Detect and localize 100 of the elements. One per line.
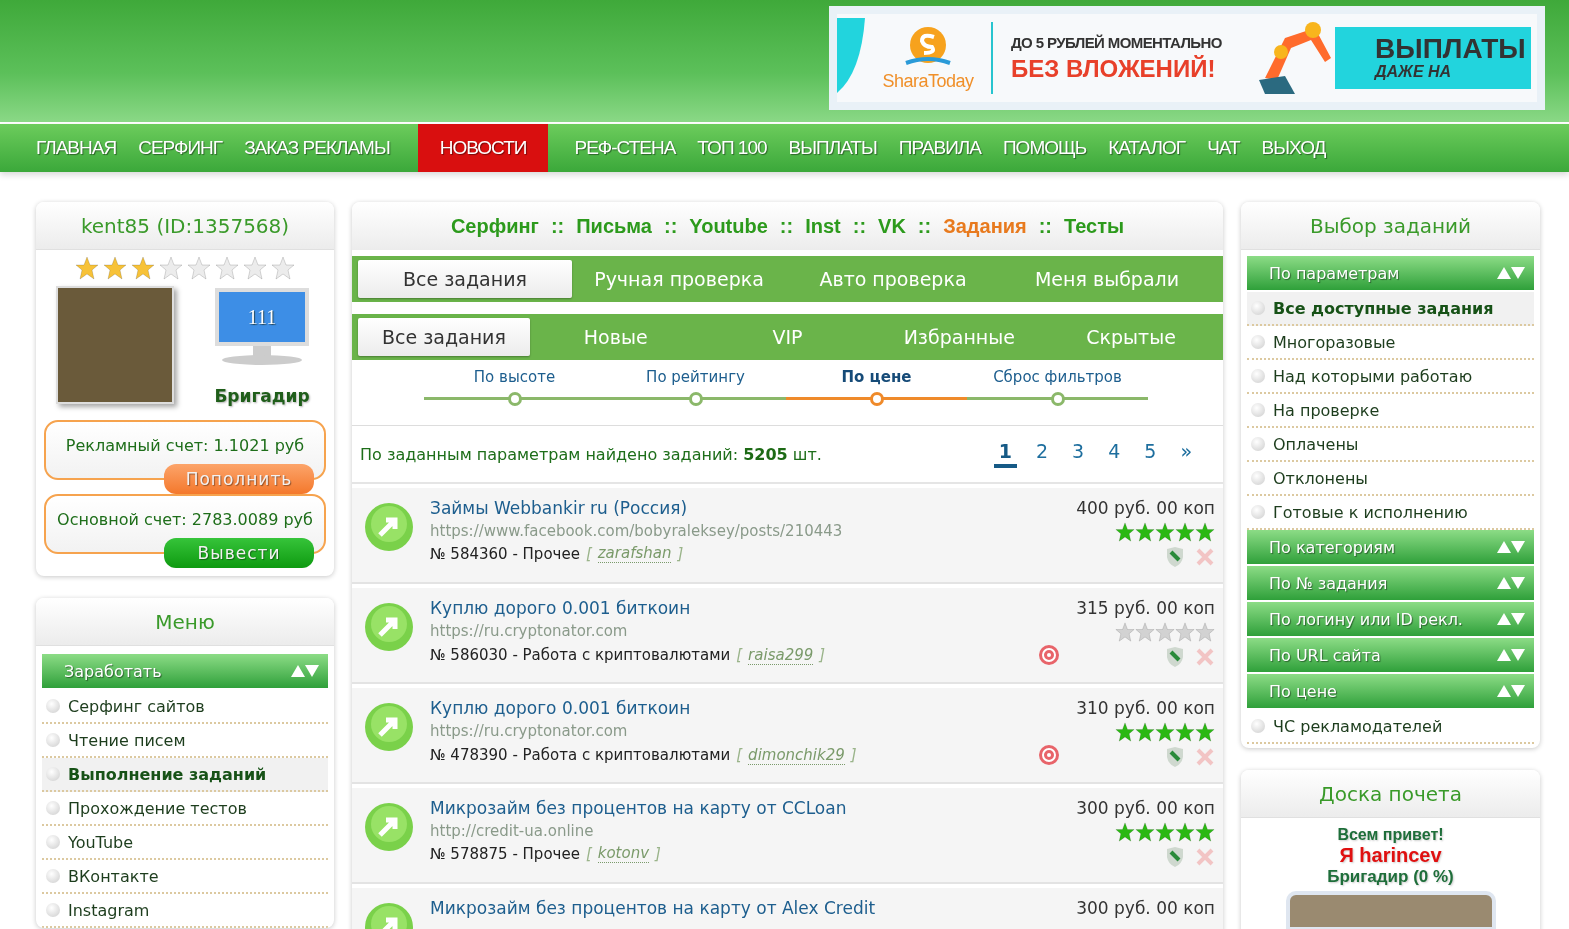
account-button[interactable]: Пополнить xyxy=(164,464,314,494)
arrow-circle-icon[interactable] xyxy=(364,502,414,552)
author-link[interactable]: kotonv xyxy=(597,844,650,863)
task-title-link[interactable]: Микрозайм без процентов на карту от Alex Credit xyxy=(430,898,1061,918)
page-link[interactable]: » xyxy=(1175,440,1197,468)
close-icon[interactable] xyxy=(1195,747,1215,767)
task-title-link[interactable]: Куплю дорого 0.001 биткоин xyxy=(430,598,1061,618)
nav-link[interactable]: ЧАТ xyxy=(1197,124,1250,172)
shield-icon[interactable] xyxy=(1165,746,1185,768)
filter-item[interactable]: Над которыми работаю xyxy=(1247,360,1534,394)
bullet-icon xyxy=(1251,403,1265,417)
filter-group-header[interactable]: По № задания xyxy=(1247,566,1534,600)
tab[interactable]: Все задания xyxy=(358,260,572,298)
menu-item[interactable]: YouTube xyxy=(42,826,328,860)
nav-link[interactable]: ВЫХОД xyxy=(1251,124,1336,172)
filter-group-header[interactable]: По цене xyxy=(1247,674,1534,708)
task-price: 310 руб. 00 коп xyxy=(1076,698,1215,718)
filter-group-header[interactable]: По логину или ID рекл. xyxy=(1247,602,1534,636)
shield-icon[interactable] xyxy=(1165,646,1185,668)
page-link[interactable]: 5 xyxy=(1139,440,1162,468)
menu-section-header[interactable]: Заработать xyxy=(42,654,328,688)
sort-option[interactable]: По высоте xyxy=(424,368,605,425)
nav-link[interactable]: ПРАВИЛА xyxy=(888,124,991,172)
ad-headline: БЕЗ ВЛОЖЕНИЙ! xyxy=(1011,54,1217,83)
author-link[interactable]: raisa299 xyxy=(748,645,814,665)
filter-item[interactable]: На проверке xyxy=(1247,394,1534,428)
filter-group-header[interactable]: По URL сайта xyxy=(1247,638,1534,672)
filter-item[interactable]: Все доступные задания xyxy=(1247,292,1534,326)
tab[interactable]: Меня выбрали xyxy=(1000,260,1214,298)
ad-banner[interactable]: SharaToday ДО 5 РУБЛЕЙ МОМЕНТАЛЬНО БЕЗ ВЛОЖЕНИЙ! ВЫПЛАТЫ ДАЖЕ НА xyxy=(829,6,1545,110)
shield-icon[interactable] xyxy=(1165,546,1185,568)
nav-link[interactable]: ЗАКАЗ РЕКЛАМЫ xyxy=(234,124,400,172)
menu-item[interactable]: ВКонтакте xyxy=(42,860,328,894)
task-title-link[interactable]: Куплю дорого 0.001 биткоин xyxy=(430,698,1061,718)
nav-link[interactable]: СЕРФИНГ xyxy=(128,124,233,172)
ad-text: ДАЖЕ НА xyxy=(1375,63,1453,81)
tab[interactable]: Избранные xyxy=(873,318,1046,356)
separator-text: :: xyxy=(550,214,565,238)
filter-item[interactable]: ЧС рекламодателей xyxy=(1247,710,1534,744)
expand-arrows-icon xyxy=(1496,612,1526,626)
section-link[interactable]: Письма xyxy=(576,214,652,238)
star-icon xyxy=(1155,822,1175,842)
section-link[interactable]: VK xyxy=(878,214,906,238)
author-link[interactable]: zarafshan xyxy=(597,544,672,563)
menu-item[interactable]: Instagram xyxy=(42,894,328,928)
menu-item[interactable]: Серфинг сайтов xyxy=(42,690,328,724)
nav-link[interactable]: ВЫПЛАТЫ xyxy=(778,124,887,172)
arrow-circle-icon[interactable] xyxy=(364,702,414,752)
shield-icon[interactable] xyxy=(1165,846,1185,868)
close-icon[interactable] xyxy=(1195,547,1215,567)
filter-item[interactable]: Отклонены xyxy=(1247,462,1534,496)
expand-arrows-icon xyxy=(1496,540,1526,554)
page-link[interactable]: 2 xyxy=(1031,440,1054,468)
task-price: 300 руб. 00 коп xyxy=(1076,898,1215,918)
menu-item[interactable]: Прохождение тестов xyxy=(42,792,328,826)
star-icon xyxy=(1195,822,1215,842)
close-icon[interactable] xyxy=(1195,847,1215,867)
task-title-link[interactable]: Займы Webbankir ru (Россия) xyxy=(430,498,1061,518)
star-icon xyxy=(215,256,239,280)
menu-item[interactable]: Выполнение заданий xyxy=(42,758,328,792)
page-link[interactable]: 4 xyxy=(1103,440,1126,468)
nav-link[interactable]: ПОМОЩЬ xyxy=(992,124,1097,172)
page-link[interactable]: 3 xyxy=(1067,440,1090,468)
tab[interactable]: Скрытые xyxy=(1045,318,1217,356)
section-link[interactable]: Серфинг xyxy=(450,214,539,238)
filter-item[interactable]: Многоразовые xyxy=(1247,326,1534,360)
nav-link[interactable]: КАТАЛОГ xyxy=(1098,124,1196,172)
account-button[interactable]: Вывести xyxy=(164,538,314,568)
bullet-icon xyxy=(46,903,60,917)
author-link[interactable]: dimonchik29 xyxy=(748,745,845,765)
bracket-text: [ xyxy=(585,544,592,563)
separator-text: :: xyxy=(779,214,794,238)
section-link[interactable]: Inst xyxy=(805,214,841,238)
card-title: Выбор заданий xyxy=(1241,202,1540,250)
nav-link[interactable]: РЕФ-СТЕНА xyxy=(564,124,686,172)
filter-group-header[interactable]: По категориям xyxy=(1247,530,1534,564)
nav-link[interactable]: НОВОСТИ xyxy=(417,124,549,172)
arrow-circle-icon[interactable] xyxy=(364,602,414,652)
section-link[interactable]: Youtube xyxy=(689,214,768,238)
page-link[interactable]: 1 xyxy=(993,440,1017,468)
nav-link[interactable]: ТОП 100 xyxy=(687,124,777,172)
section-link[interactable]: Тесты xyxy=(1064,214,1125,238)
arrow-circle-icon[interactable] xyxy=(364,802,414,852)
tab[interactable]: VIP xyxy=(701,318,874,356)
section-link[interactable]: Задания xyxy=(943,214,1027,238)
sort-option[interactable]: По рейтингу xyxy=(605,368,786,425)
filter-item[interactable]: Оплачены xyxy=(1247,428,1534,462)
tab[interactable]: Новые xyxy=(529,318,702,356)
sort-option[interactable]: Сброс фильтров xyxy=(967,368,1148,425)
sort-option[interactable]: По цене xyxy=(786,368,967,425)
task-title-link[interactable]: Микрозайм без процентов на карту от CCLoan xyxy=(430,798,1061,818)
star-icon xyxy=(103,256,127,280)
close-icon[interactable] xyxy=(1195,647,1215,667)
tab[interactable]: Все задания xyxy=(358,318,530,356)
bullet-icon xyxy=(46,869,60,883)
tab[interactable]: Авто проверка xyxy=(786,260,1000,298)
nav-link[interactable]: ГЛАВНАЯ xyxy=(26,124,127,172)
filter-group-header[interactable]: По параметрам xyxy=(1247,256,1534,290)
tab[interactable]: Ручная проверка xyxy=(572,260,786,298)
bracket-text: [ xyxy=(736,646,743,664)
